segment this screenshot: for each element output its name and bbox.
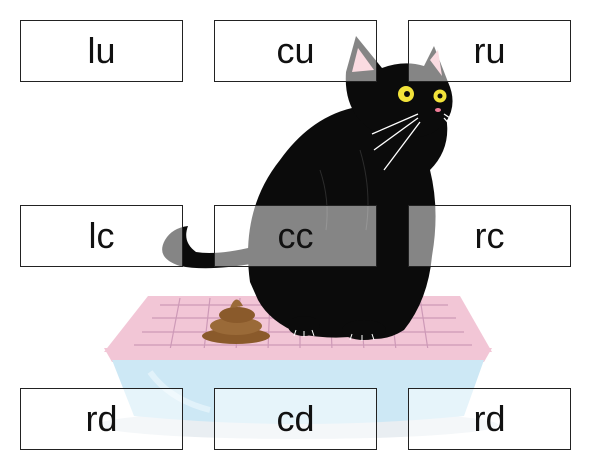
tile-cd[interactable]: cd	[214, 388, 377, 450]
tile-rd[interactable]: rd	[408, 388, 571, 450]
tile-ld-label: rd	[85, 398, 118, 439]
tile-ru-label: ru	[473, 30, 506, 71]
captcha-grid-stage: lu cu ru lc cc rc rd cd rd	[0, 0, 595, 473]
tile-cd-label: cd	[276, 398, 315, 439]
tile-cu-label: cu	[276, 30, 315, 71]
tile-cu[interactable]: cu	[214, 20, 377, 82]
litter-box-front-rim	[104, 348, 492, 362]
tile-rd-label: rd	[473, 398, 506, 439]
tile-lu-label: lu	[87, 30, 116, 71]
tile-rc[interactable]: rc	[408, 205, 571, 267]
tile-cc-label: cc	[277, 215, 314, 256]
cat-nose	[435, 108, 441, 112]
tile-rc-label: rc	[474, 215, 505, 256]
tile-lc[interactable]: lc	[20, 205, 183, 267]
tile-ld[interactable]: rd	[20, 388, 183, 450]
tile-cc[interactable]: cc	[214, 205, 377, 267]
tile-lu[interactable]: lu	[20, 20, 183, 82]
cat-paw-right	[342, 320, 386, 340]
tile-lc-label: lc	[88, 215, 115, 256]
tile-ru[interactable]: ru	[408, 20, 571, 82]
